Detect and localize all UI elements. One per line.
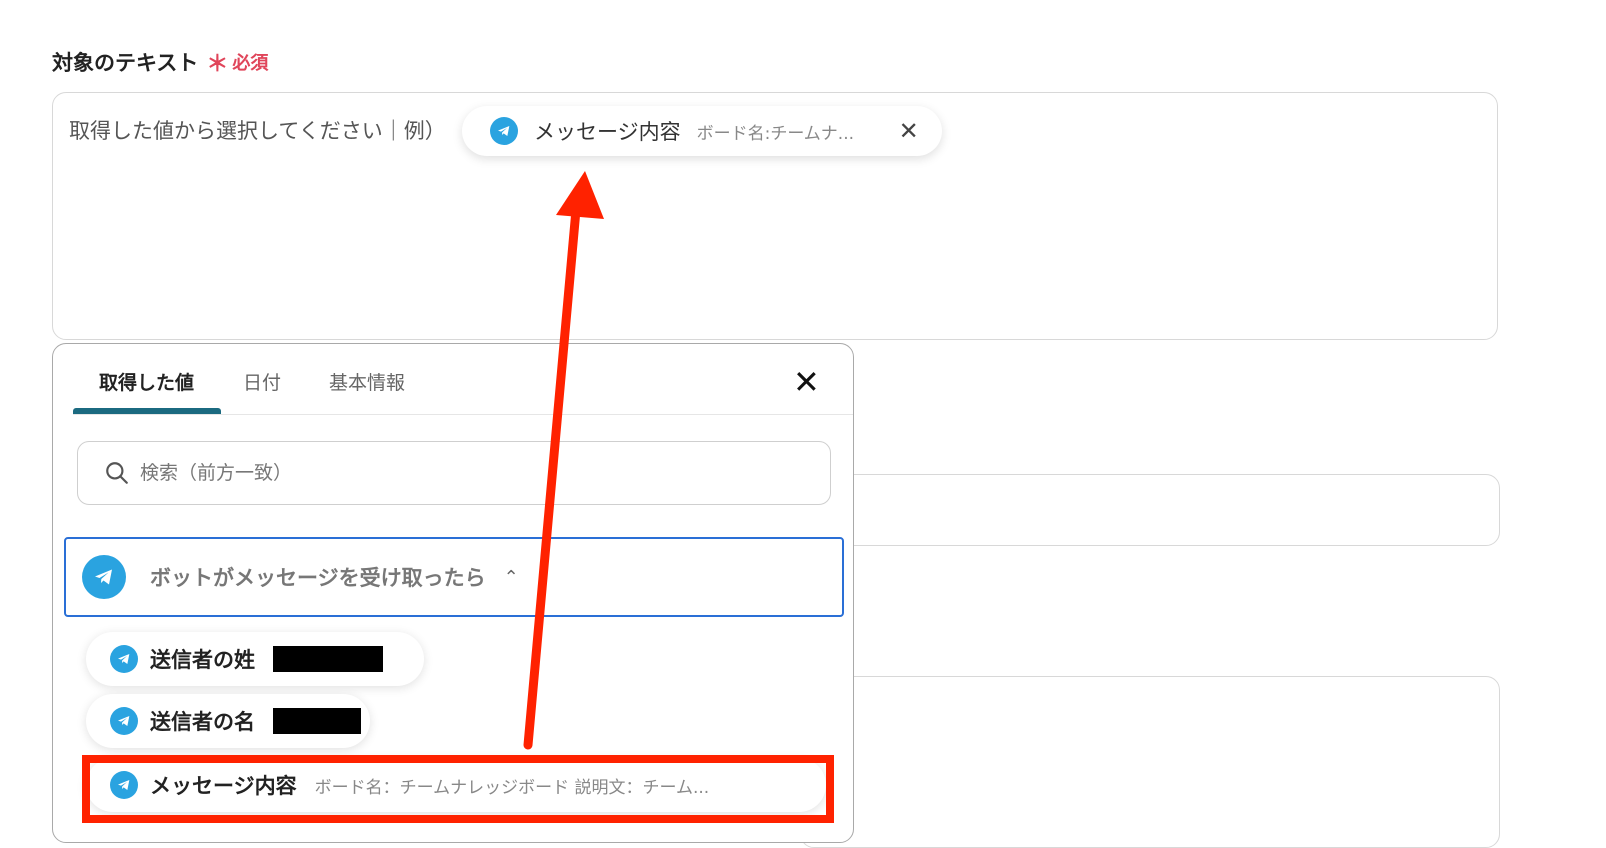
annotation-arrow [523,171,604,750]
